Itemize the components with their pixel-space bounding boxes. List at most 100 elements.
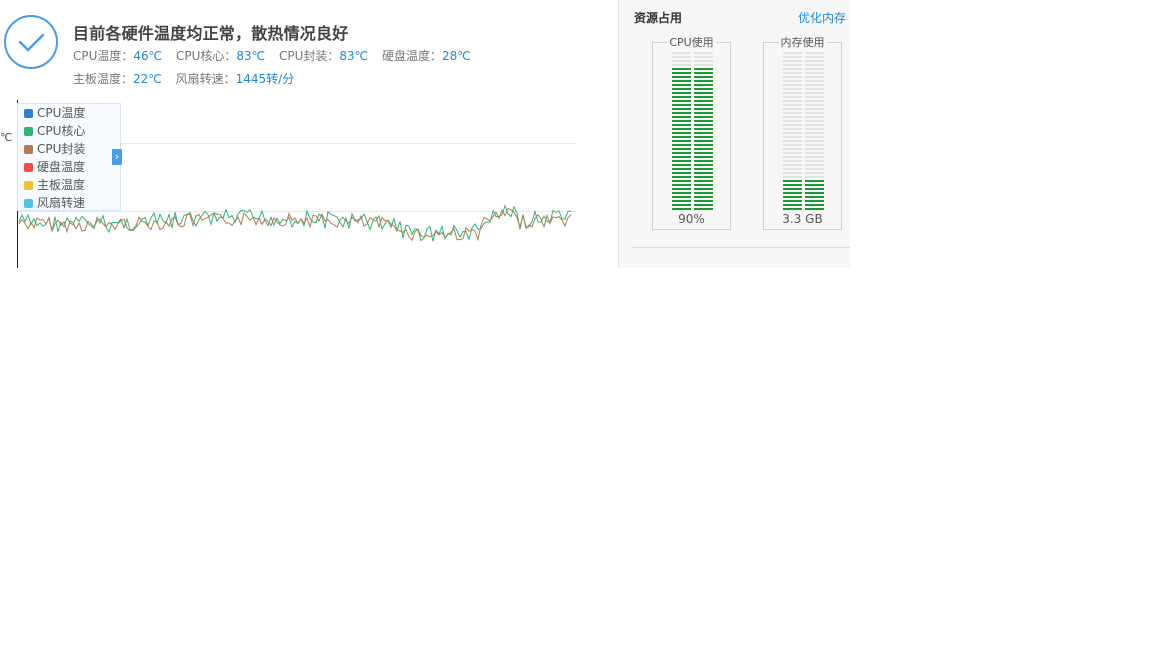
bar-segment [805,140,824,142]
cpu-usage-gauge: CPU使用 90% [652,34,731,230]
legend-label: CPU核心 [37,124,86,138]
bar-segment [783,84,802,86]
bar-segment [672,64,691,66]
bar-segment [805,104,824,106]
bar-segment [694,160,713,162]
bar-segment [672,92,691,94]
bar-segment [783,168,802,170]
bar-segment [805,72,824,74]
bar-segment [694,56,713,58]
bar-segment [694,200,713,202]
legend-swatch [24,109,33,118]
bar-segment [672,204,691,206]
legend-collapse-button[interactable]: › [112,149,122,165]
bar-segment [672,60,691,62]
bar-segment [783,80,802,82]
reading-label: 风扇转速： [175,72,236,86]
bar-segment [805,204,824,206]
bar-segment [694,144,713,146]
legend-item-fan-speed[interactable]: 风扇转速 [18,194,120,212]
hardware-temperature-panel: 目前各硬件温度均正常，散热情况良好 CPU温度：46℃ CPU核心：83℃ CP… [0,0,850,268]
bar-segment [694,188,713,190]
bar-segment [694,72,713,74]
cpu-package-series-line [18,207,572,242]
bar-segment [783,184,802,186]
legend-swatch [24,127,33,136]
bar-segment [783,132,802,134]
bar-segment [805,108,824,110]
bar-segment [694,92,713,94]
legend-label: CPU封装 [37,142,86,156]
bar-segment [694,112,713,114]
bar-segment [783,76,802,78]
bar-segment [694,124,713,126]
bar-segment [694,76,713,78]
bar-segment [672,208,691,210]
y-axis-unit: ℃ [0,131,13,144]
legend-item-motherboard-temp[interactable]: 主板温度 [18,176,120,194]
legend-item-disk-temp[interactable]: 硬盘温度 [18,158,120,176]
bar-segment [694,84,713,86]
bar-segment [672,196,691,198]
bar-segment [783,112,802,114]
bar-segment [783,208,802,210]
legend-label: 硬盘温度 [37,160,86,174]
bar-segment [694,180,713,182]
legend-item-cpu-temp[interactable]: CPU温度 [18,104,120,122]
bar-segment [783,128,802,130]
bar-segment [672,192,691,194]
bar-segment [783,200,802,202]
reading-value: 22℃ [133,72,162,86]
bar-segment [694,108,713,110]
bar-segment [672,68,691,70]
bar-segment [805,92,824,94]
chevron-right-icon: › [114,150,120,163]
bar-segment [783,52,802,54]
optimize-memory-link[interactable]: 优化内存 [798,9,846,26]
bar-segment [694,116,713,118]
resource-usage-panel: 资源占用 优化内存 CPU使用 90% 内存使用 3.3 GB [618,0,850,268]
bar-segment [783,196,802,198]
bar-segment [672,140,691,142]
bar-segment [672,76,691,78]
legend-label: 主板温度 [37,178,86,192]
bar-segment [672,184,691,186]
bar-segment [672,96,691,98]
memory-usage-value: 3.3 GB [782,212,823,226]
bar-segment [805,60,824,62]
bar-segment [805,88,824,90]
reading-label: CPU封装： [278,49,340,63]
bar-segment [805,80,824,82]
legend-item-cpu-package[interactable]: CPU封装 [18,140,120,158]
memory-usage-label: 内存使用 [778,34,827,50]
bar-segment [805,84,824,86]
bar-segment [805,132,824,134]
fan-speed-reading: 风扇转速：1445转/分 [176,72,295,86]
legend-swatch [24,181,33,190]
bar-segment [672,172,691,174]
bar-segment [783,60,802,62]
bar-segment [805,52,824,54]
bar-segment [783,124,802,126]
bar-segment [672,120,691,122]
bar-segment [783,108,802,110]
bar-segment [694,192,713,194]
legend-swatch [24,145,33,154]
bar-segment [672,104,691,106]
chart-legend: CPU温度 CPU核心 CPU封装 硬盘温度 主板温度 风扇转速 [17,103,121,211]
legend-item-cpu-core[interactable]: CPU核心 [18,122,120,140]
bar-segment [805,148,824,150]
bar-segment [783,136,802,138]
bar-segment [783,56,802,58]
bar-segment [672,188,691,190]
reading-value: 28℃ [441,49,471,63]
bar-segment [694,128,713,130]
bar-segment [805,76,824,78]
reading-label: 硬盘温度： [381,49,442,63]
bar-segment [694,88,713,90]
bar-segment [694,204,713,206]
bar-segment [694,148,713,150]
bar-segment [783,144,802,146]
bar-segment [694,60,713,62]
bar-segment [805,68,824,70]
